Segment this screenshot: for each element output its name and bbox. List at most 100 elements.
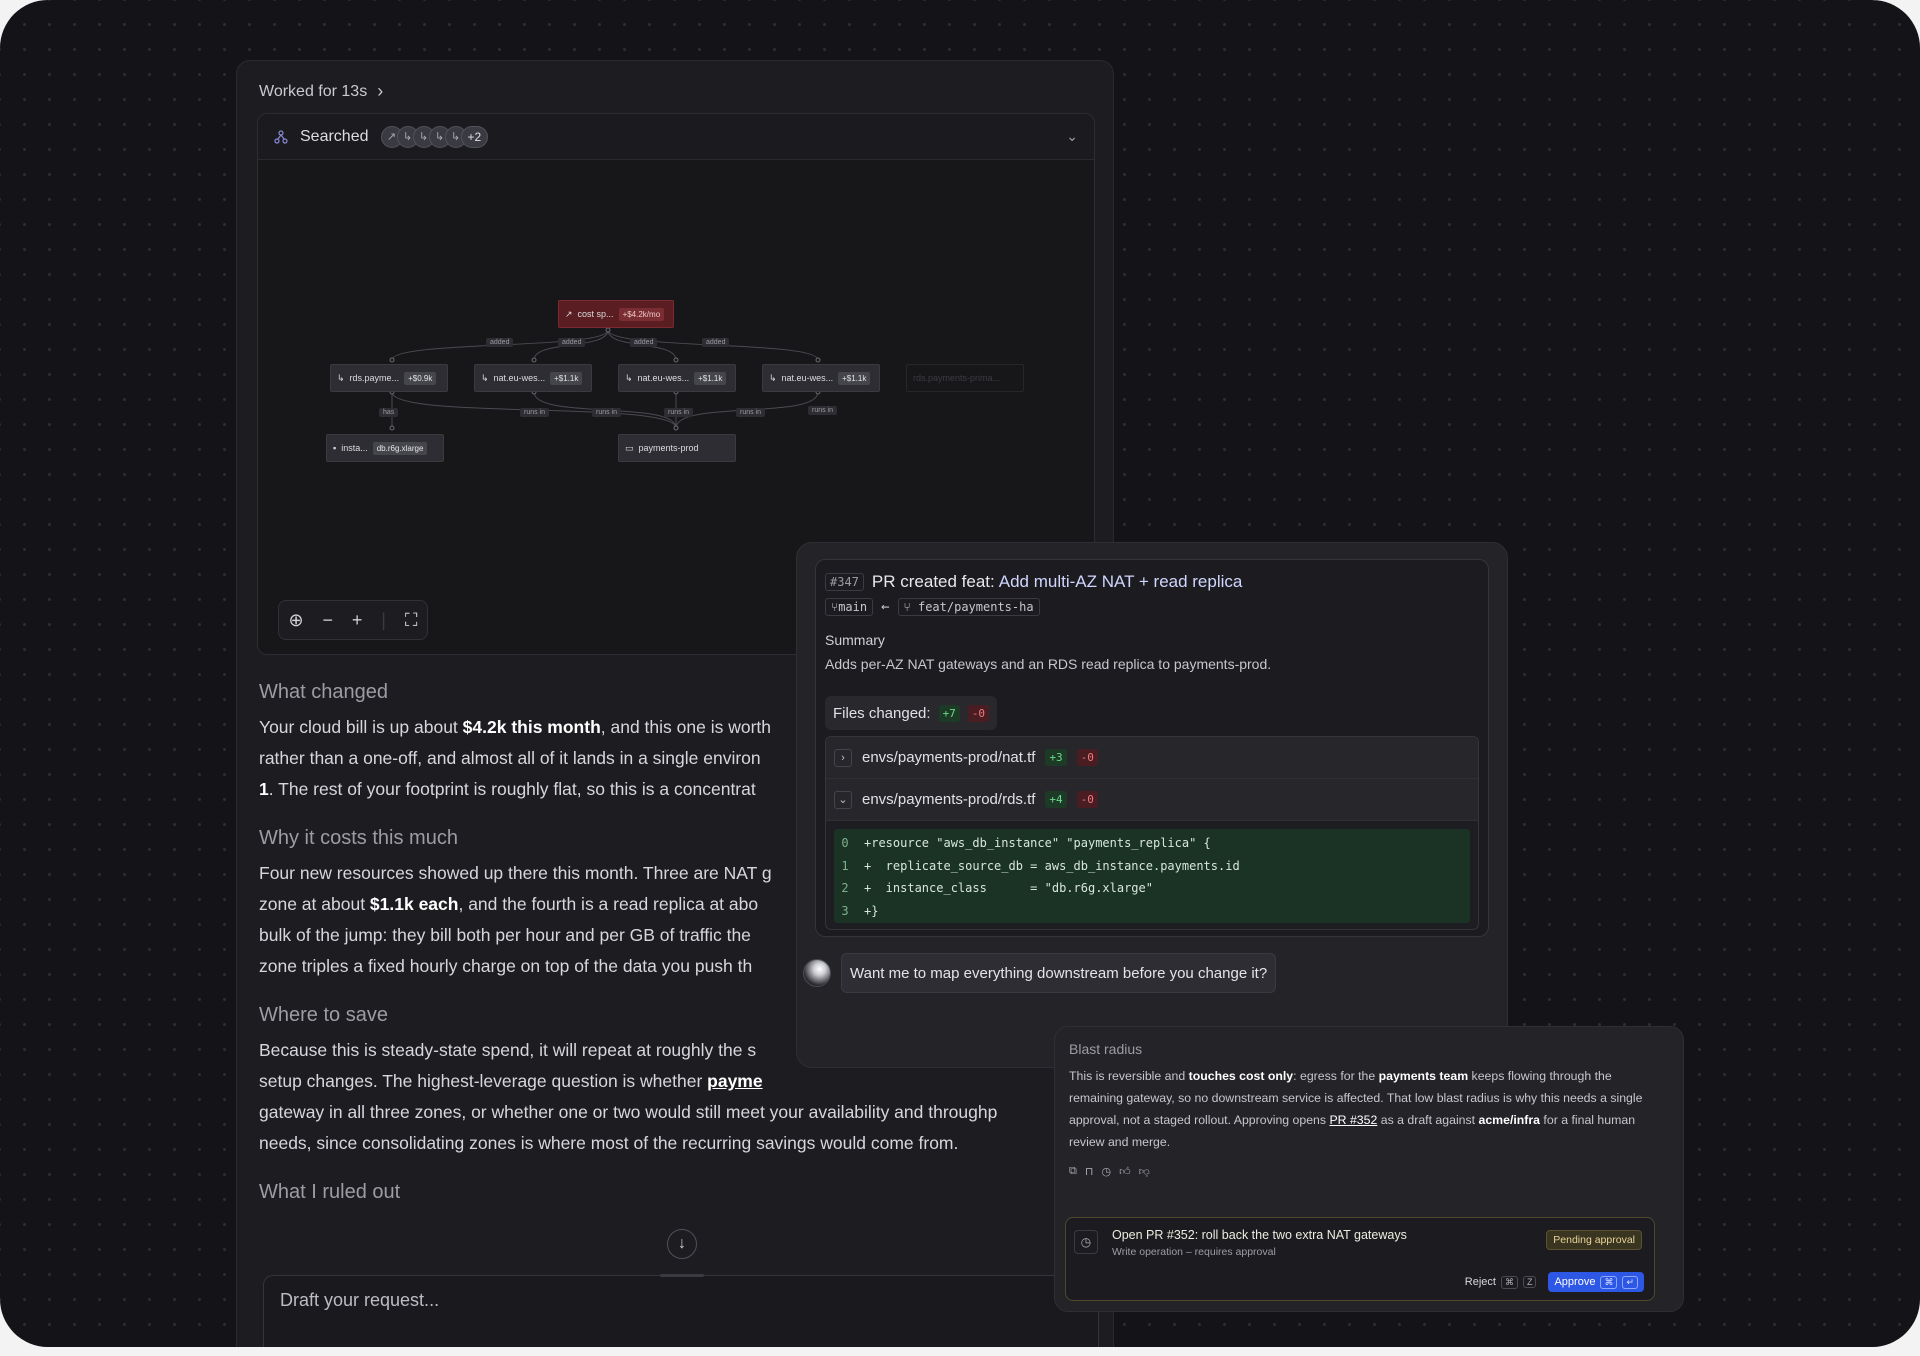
reject-button[interactable]: Reject ⌘ Z bbox=[1459, 1272, 1541, 1292]
fullscreen-icon[interactable]: ⛶ bbox=[405, 610, 418, 631]
pr-title[interactable]: #347 PR created feat: Add multi-AZ NAT +… bbox=[825, 572, 1242, 592]
search-header[interactable]: Searched ↗ ↳ ↳ ↳ ↳ +2 ⌄ bbox=[258, 114, 1094, 160]
divider: | bbox=[381, 609, 386, 630]
pr-card: #347 PR created feat: Add multi-AZ NAT +… bbox=[815, 559, 1489, 937]
pr-number: #347 bbox=[825, 573, 864, 591]
trend-icon: ↗ bbox=[565, 308, 573, 319]
node-cost: +$4.2k/mo bbox=[618, 307, 665, 321]
arrow-left-icon: ← bbox=[881, 599, 890, 615]
chevron-down-icon[interactable]: ⌄ bbox=[834, 790, 852, 809]
clock-icon: ◷ bbox=[1074, 1230, 1098, 1254]
worked-toggle[interactable]: Worked for 13s › bbox=[259, 81, 383, 102]
approve-button[interactable]: Approve ⌘ ↵ bbox=[1548, 1272, 1644, 1292]
graph-node-nat-1[interactable]: ↳ nat.eu-wes... +$1.1k bbox=[474, 364, 592, 392]
node-label: rds.payme... bbox=[349, 373, 400, 383]
code-line: 2 + instance_class = "db.r6g.xlarge" bbox=[841, 881, 1153, 896]
command-key: ⌘ bbox=[1500, 1275, 1518, 1289]
copy-icon[interactable]: ⧉ bbox=[1069, 1165, 1077, 1178]
files-changed: Files changed: +7 -0 bbox=[825, 696, 998, 730]
edge-label-runs-in: runs in bbox=[808, 406, 838, 415]
resource-icon: ↳ bbox=[769, 372, 777, 383]
edge-label-has: has bbox=[379, 408, 399, 417]
graph-node-nat-3[interactable]: ↳ nat.eu-wes... +$1.1k bbox=[762, 364, 880, 392]
search-title: Searched bbox=[300, 127, 369, 145]
worked-label: Worked for 13s bbox=[259, 82, 368, 100]
message-actions: ⧉ ⊓ ◷ 👍︎ 👎︎ bbox=[1069, 1165, 1150, 1178]
branch-info: ⑂main ← ⑂ feat/payments-ha bbox=[825, 598, 1040, 616]
edge-label-added: added bbox=[486, 338, 514, 347]
approval-card: ◷ Open PR #352: roll back the two extra … bbox=[1065, 1217, 1655, 1301]
status-badge: Pending approval bbox=[1546, 1230, 1642, 1250]
chevron-right-icon[interactable]: › bbox=[834, 748, 852, 767]
zoom-out-icon[interactable]: − bbox=[322, 610, 333, 631]
resource-icon: ↳ bbox=[625, 372, 633, 383]
edge-label-added: added bbox=[630, 338, 658, 347]
section-heading: What I ruled out bbox=[259, 1181, 401, 1203]
node-cost: +$1.1k bbox=[550, 371, 583, 385]
approval-actions: Reject ⌘ Z Approve ⌘ ↵ bbox=[1459, 1272, 1644, 1292]
zoom-in-icon[interactable]: + bbox=[352, 610, 363, 631]
suggested-question[interactable]: Want me to map everything downstream bef… bbox=[841, 953, 1277, 993]
chevron-down-icon[interactable]: ⌄ bbox=[1066, 128, 1078, 145]
node-cost: +$0.9k bbox=[404, 371, 437, 385]
graph-node-rds-payments[interactable]: ↳ rds.payme... +$0.9k bbox=[330, 364, 448, 392]
graph-node-payments-prod[interactable]: ▭ payments-prod bbox=[618, 434, 736, 462]
resource-icon: ↳ bbox=[337, 372, 345, 383]
node-label: insta... bbox=[341, 443, 368, 453]
edge-label-added: added bbox=[702, 338, 730, 347]
chevron-right-icon: › bbox=[377, 81, 384, 101]
pr-title-prefix: PR created feat: bbox=[871, 572, 995, 591]
files-changed-label: Files changed: bbox=[833, 704, 931, 722]
graph-node-rds-primary[interactable]: rds.payments-prima... bbox=[906, 364, 1024, 392]
clock-icon[interactable]: ◷ bbox=[1101, 1165, 1111, 1178]
more-sources-count: +2 bbox=[460, 125, 489, 148]
command-key: ⌘ bbox=[1600, 1275, 1618, 1289]
pr-panel: #347 PR created feat: Add multi-AZ NAT +… bbox=[796, 542, 1508, 1068]
edge-label-runs-in: runs in bbox=[664, 408, 694, 417]
file-row-rds[interactable]: ⌄ envs/payments-prod/rds.tf +4 -0 bbox=[826, 779, 1478, 821]
suggestion-row: Want me to map everything downstream bef… bbox=[803, 953, 1277, 993]
thumbs-down-icon[interactable]: 👎︎ bbox=[1139, 1165, 1150, 1178]
edge-label-added: added bbox=[558, 338, 586, 347]
request-input[interactable] bbox=[280, 1290, 980, 1311]
app-frame: Worked for 13s › Searched ↗ ↳ ↳ ↳ ↳ +2 ⌄… bbox=[0, 0, 1920, 1347]
file-name: envs/payments-prod/rds.tf bbox=[862, 791, 1036, 808]
graph-node-cost-spike[interactable]: ↗ cost sp... +$4.2k/mo bbox=[558, 300, 674, 328]
head-branch: ⑂ feat/payments-ha bbox=[897, 598, 1040, 616]
pr-link[interactable]: PR #352 bbox=[1329, 1113, 1377, 1127]
summary-label: Summary bbox=[825, 632, 885, 648]
node-label: payments-prod bbox=[638, 443, 699, 453]
environment-icon: ▭ bbox=[625, 442, 634, 453]
file-row-nat[interactable]: › envs/payments-prod/nat.tf +3 -0 bbox=[826, 737, 1478, 779]
approval-title: Open PR #352: roll back the two extra NA… bbox=[1112, 1228, 1407, 1242]
file-name: envs/payments-prod/nat.tf bbox=[862, 749, 1036, 766]
edge-label-runs-in: runs in bbox=[520, 408, 550, 417]
node-cost: +$1.1k bbox=[838, 371, 871, 385]
node-cost: +$1.1k bbox=[694, 371, 727, 385]
arrow-down-icon[interactable]: ↓ bbox=[667, 1229, 697, 1259]
resize-handle[interactable] bbox=[660, 1274, 704, 1277]
code-line: 3 +} bbox=[841, 903, 879, 918]
code-line: 0 +resource "aws_db_instance" "payments_r… bbox=[841, 836, 1211, 851]
node-label: rds.payments-prima... bbox=[913, 373, 1001, 383]
source-chips: ↗ ↳ ↳ ↳ ↳ +2 bbox=[380, 125, 489, 148]
additions-badge: +4 bbox=[1045, 791, 1067, 808]
graph-node-instance[interactable]: ▪ insta... db.r6g.xlarge bbox=[326, 434, 444, 462]
thumbs-up-icon[interactable]: 👍︎ bbox=[1119, 1165, 1131, 1178]
enter-key: ↵ bbox=[1622, 1275, 1638, 1289]
summary-text: Adds per-AZ NAT gateways and an RDS read… bbox=[825, 656, 1272, 672]
node-label: nat.eu-wes... bbox=[637, 373, 690, 383]
environment-link[interactable]: payme bbox=[707, 1071, 762, 1091]
branch-icon: ⑂ bbox=[903, 600, 911, 614]
approval-subtitle: Write operation – requires approval bbox=[1112, 1246, 1276, 1258]
node-label: cost sp... bbox=[577, 309, 614, 319]
graph-zoom-controls: ⊕ − + | ⛶ bbox=[278, 600, 428, 640]
deletions-badge: -0 bbox=[1076, 791, 1098, 808]
shortcut-key: Z bbox=[1522, 1276, 1537, 1288]
graph-node-nat-2[interactable]: ↳ nat.eu-wes... +$1.1k bbox=[618, 364, 736, 392]
crosshair-icon[interactable]: ⊕ bbox=[288, 610, 303, 631]
composer bbox=[263, 1274, 1099, 1347]
assistant-avatar bbox=[803, 959, 831, 987]
bookmark-icon[interactable]: ⊓ bbox=[1085, 1165, 1094, 1178]
deletions-badge: -0 bbox=[967, 704, 990, 722]
